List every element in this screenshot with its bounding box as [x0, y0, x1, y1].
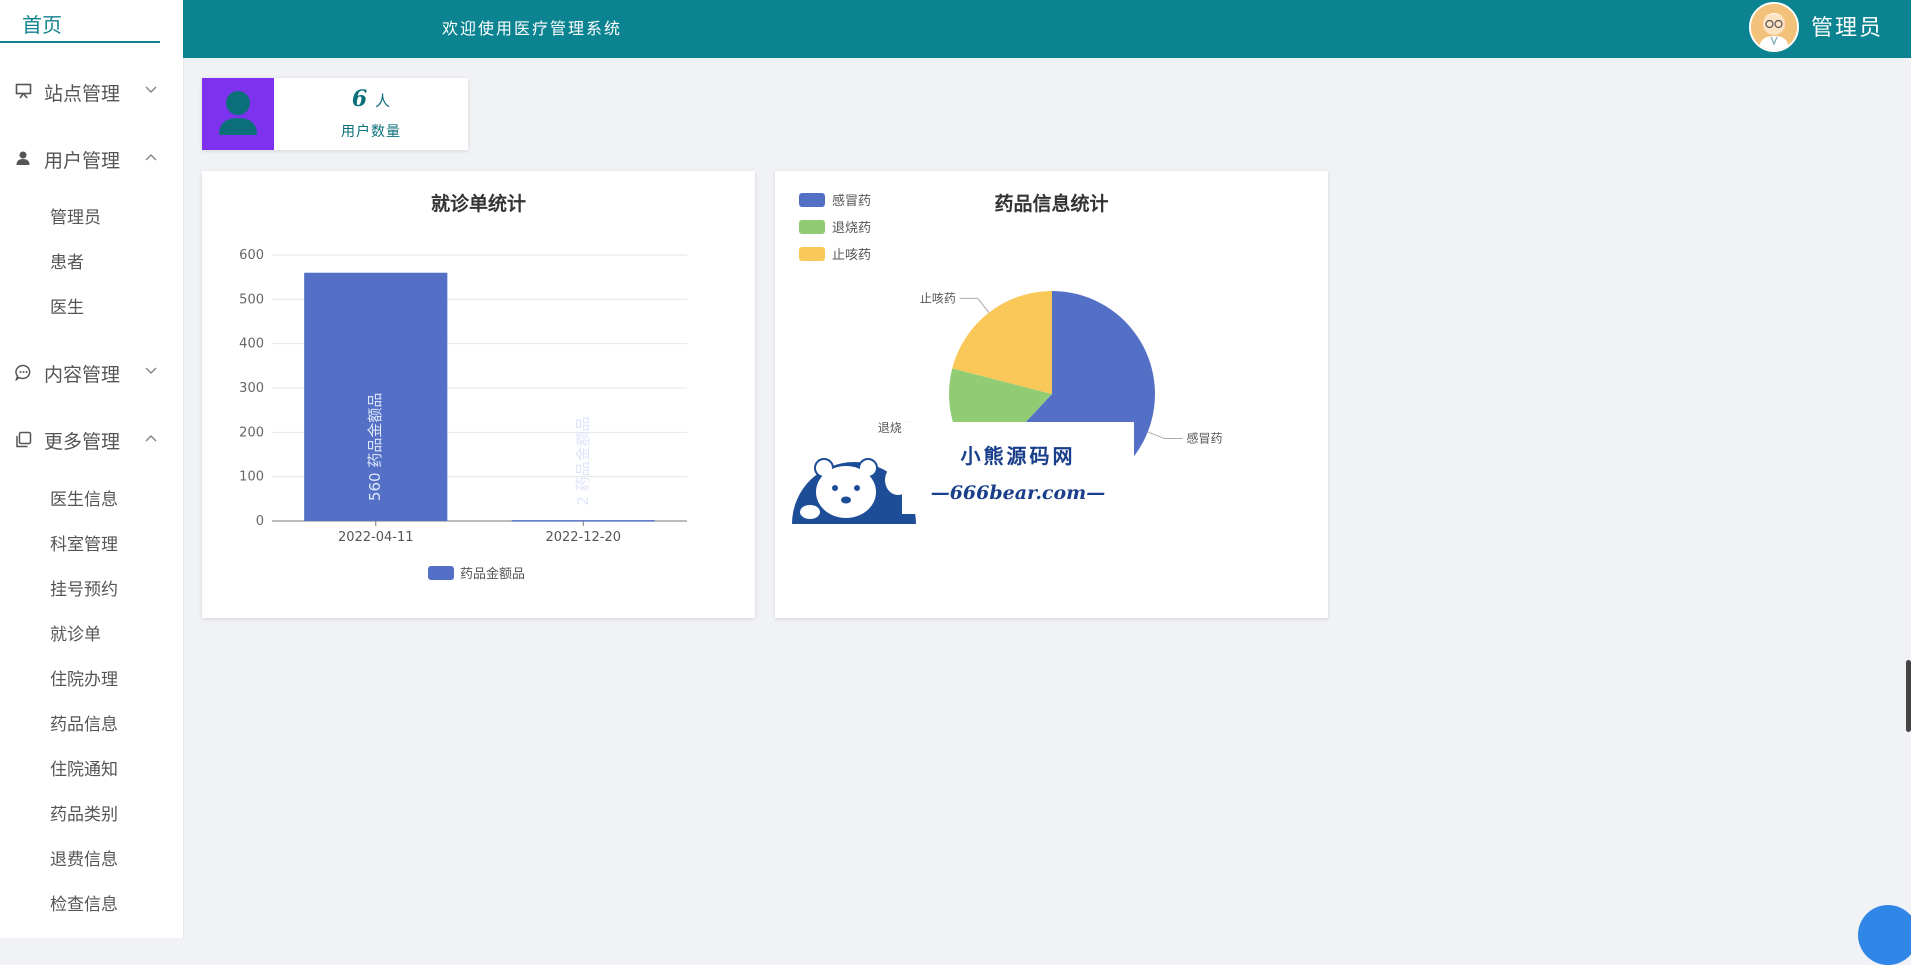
sidebar-item-medicine-info[interactable]: 药品信息: [50, 710, 118, 735]
bar-chart: 0 100 200 300 400 500 600 2022-04-11 560 药品金额品 20…: [239, 248, 687, 582]
bar-data-label: 2 药品金额品: [574, 416, 592, 505]
menu-group-users-label: 用户管理: [44, 150, 121, 172]
menu-group-more[interactable]: 更多管理: [0, 419, 183, 459]
watermark-url: —666bear.com—: [930, 482, 1106, 504]
sidebar-item-refund[interactable]: 退费信息: [50, 845, 118, 870]
y-tick-label: 0: [256, 514, 264, 529]
sidebar: 首页 站点管理 用户管理 管理员 患者 医生 内容管理 更多管理 医生信息 科室…: [0, 0, 184, 938]
menu-group-content[interactable]: 内容管理: [0, 352, 183, 392]
user-count-label: 用户数量: [341, 124, 401, 140]
top-bar: 欢迎使用医疗管理系统 管理员: [183, 0, 1911, 58]
system-title: 欢迎使用医疗管理系统: [442, 19, 623, 38]
pie-chart: 感冒药退烧药止咳药感冒药退烧药止咳药: [799, 193, 1223, 497]
y-tick-label: 200: [239, 425, 264, 440]
bear-logo-icon: [792, 458, 916, 524]
user-silhouette-icon: [219, 91, 257, 135]
pie-label-line: [1147, 431, 1183, 440]
watermark: 小熊源码网 —666bear.com—: [790, 422, 1134, 524]
avatar[interactable]: [1749, 2, 1799, 52]
user-count-card: 6人 用户数量: [202, 78, 468, 150]
sidebar-item-doctor[interactable]: 医生: [50, 293, 84, 318]
sidebar-item-admission[interactable]: 住院办理: [50, 665, 118, 690]
y-tick-label: 400: [239, 337, 264, 352]
scroll-handle[interactable]: [1906, 660, 1911, 732]
doctor-avatar-icon: [1751, 4, 1797, 50]
menu-group-site-label: 站点管理: [44, 83, 121, 105]
sidebar-item-medicine-category[interactable]: 药品类别: [50, 800, 118, 825]
monitor-icon: [14, 82, 32, 100]
x-tick-label: 2022-04-11: [338, 530, 414, 545]
legend-swatch: [799, 220, 825, 234]
sidebar-item-admission-notice[interactable]: 住院通知: [50, 755, 118, 780]
pie-label-line: [959, 297, 990, 313]
bar-data-label: 560 药品金额品: [366, 393, 384, 501]
menu-group-site[interactable]: 站点管理: [0, 71, 183, 111]
sidebar-item-appointment[interactable]: 挂号预约: [50, 575, 118, 600]
sidebar-item-department[interactable]: 科室管理: [50, 530, 118, 555]
legend-label[interactable]: 止咳药: [832, 248, 871, 263]
chevron-down-icon: [144, 364, 158, 378]
menu-group-more-label: 更多管理: [44, 431, 121, 453]
tab-home-label: 首页: [22, 13, 62, 37]
chat-icon: [14, 363, 32, 381]
username[interactable]: 管理员: [1811, 10, 1883, 42]
sidebar-item-doctor-info[interactable]: 医生信息: [50, 485, 118, 510]
chevron-up-icon: [144, 150, 158, 164]
menu-group-content-label: 内容管理: [44, 364, 121, 386]
user-icon: [14, 149, 32, 167]
sidebar-item-visit-record[interactable]: 就诊单: [50, 620, 101, 645]
user-count-value: 6人: [274, 86, 468, 112]
stat-unit: 人: [375, 92, 391, 110]
legend-label[interactable]: 退烧药: [832, 221, 871, 236]
x-tick-label: 2022-12-20: [545, 530, 621, 545]
stat-value: 6: [351, 86, 368, 112]
watermark-box: 小熊源码网 —666bear.com—: [902, 422, 1134, 514]
floating-action-button[interactable]: [1858, 905, 1911, 965]
watermark-name: 小熊源码网: [960, 444, 1076, 468]
menu-group-users[interactable]: 用户管理: [0, 138, 183, 178]
sidebar-item-patient[interactable]: 患者: [50, 248, 84, 273]
legend-swatch: [428, 566, 454, 580]
stat-icon-box: [202, 78, 274, 150]
medicine-stats-panel: 药品信息统计 感冒药 退烧药 止咳药 感冒药 退烧药 止咳药: [775, 171, 1328, 618]
chevron-down-icon: [144, 83, 158, 97]
y-tick-label: 500: [239, 292, 264, 307]
legend-swatch: [799, 193, 825, 207]
visit-stats-panel: 就诊单统计 0 100 200 300 400 500 600 2022-04-11 560 药…: [202, 171, 755, 618]
y-tick-label: 300: [239, 381, 264, 396]
legend-label[interactable]: 药品金额品: [460, 566, 525, 582]
chevron-up-icon: [144, 431, 158, 445]
sidebar-item-examination[interactable]: 检查信息: [50, 890, 118, 915]
legend-swatch: [799, 247, 825, 261]
pie-slice-label: 感冒药: [1187, 431, 1223, 446]
legend-label[interactable]: 感冒药: [832, 193, 871, 209]
y-tick-label: 600: [239, 248, 264, 263]
pie-slice-label: 止咳药: [920, 291, 956, 305]
copy-icon: [14, 430, 32, 448]
tab-home[interactable]: 首页: [0, 0, 160, 43]
y-tick-label: 100: [239, 470, 264, 485]
sidebar-item-admin[interactable]: 管理员: [50, 203, 101, 228]
